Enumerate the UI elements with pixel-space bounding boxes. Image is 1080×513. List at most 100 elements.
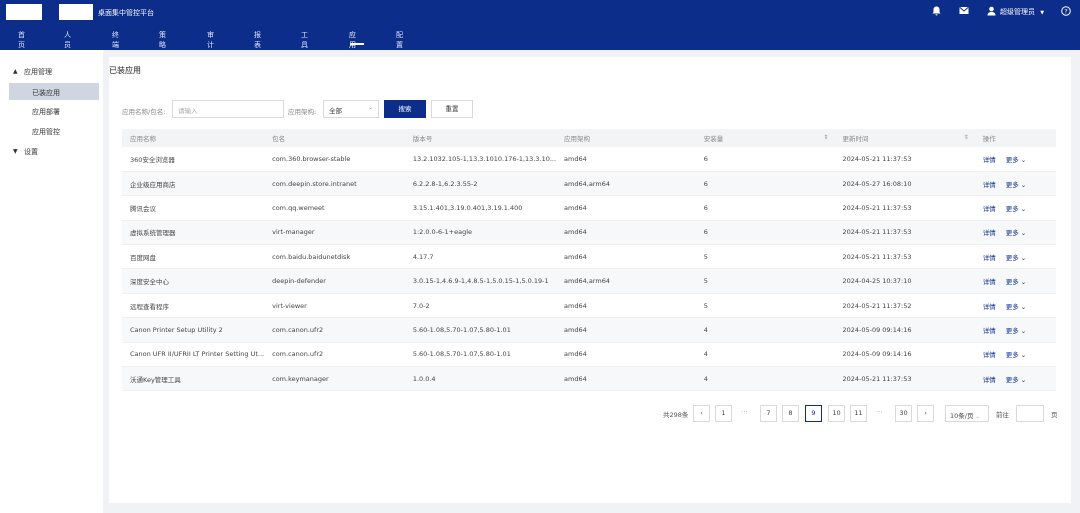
detail-link[interactable]: 详情 xyxy=(983,376,996,384)
col-update-time[interactable]: 更新时间 ⇕ xyxy=(834,129,975,147)
cell-update-time: 2024-05-09 09:14:16 xyxy=(834,317,975,343)
cell-package: com.360.browser-stable xyxy=(264,147,405,172)
nav-report[interactable]: 报表 xyxy=(254,30,261,50)
sort-icon[interactable]: ⇕ xyxy=(964,134,969,141)
more-label: 更多 xyxy=(1005,229,1019,238)
arch-select[interactable]: 全部 ⌄ xyxy=(323,100,379,118)
detail-link[interactable]: 详情 xyxy=(983,351,996,359)
col-install-count[interactable]: 安装量 ⇕ xyxy=(695,129,835,147)
mail-icon[interactable] xyxy=(959,6,969,16)
cell-arch: amd64 xyxy=(556,366,696,392)
cell-arch: amd64 xyxy=(556,244,696,270)
cell-app-name: 企业级应用商店 xyxy=(122,171,265,197)
more-dropdown[interactable]: 更多 ⌄ xyxy=(1006,351,1026,359)
cell-app-name: 腾讯会议 xyxy=(122,195,265,221)
more-dropdown[interactable]: 更多 ⌄ xyxy=(1006,278,1026,286)
more-dropdown[interactable]: 更多 ⌄ xyxy=(1006,156,1026,164)
nav-tools[interactable]: 工具 xyxy=(301,30,308,50)
goto-label: 前往 xyxy=(996,411,1009,419)
sidebar-item-installed-apps[interactable]: 已装应用 xyxy=(32,88,60,98)
user-menu[interactable]: 超级管理员 ▼ xyxy=(1000,7,1044,17)
detail-link[interactable]: 详情 xyxy=(983,229,996,237)
detail-link[interactable]: 详情 xyxy=(983,278,996,286)
more-label: 更多 xyxy=(1005,253,1019,262)
main-content: 已装应用 应用名称/包名: 请输入 应用架构: 全部 ⌄ 搜索 重置 应用名称 … xyxy=(109,57,1071,503)
nav-people[interactable]: 人员 xyxy=(64,30,71,50)
sidebar-item-app-control[interactable]: 应用管控 xyxy=(32,127,60,137)
col-package: 包名 xyxy=(264,129,405,147)
cell-version: 13.2.1032.105-1,13.3.1010.176-1,13.3.10.… xyxy=(404,147,557,172)
next-page-button[interactable]: › xyxy=(917,405,934,422)
brand-logo xyxy=(59,4,93,20)
cell-package: virt-manager xyxy=(264,220,405,246)
more-dropdown[interactable]: 更多 ⌄ xyxy=(1006,376,1026,384)
nav-config[interactable]: 配置 xyxy=(396,30,403,50)
detail-link[interactable]: 详情 xyxy=(983,303,996,311)
col-arch: 应用架构 xyxy=(556,129,696,147)
help-icon[interactable]: ? xyxy=(1061,6,1071,16)
more-label: 更多 xyxy=(1005,351,1019,360)
reset-button[interactable]: 重置 xyxy=(431,100,473,118)
nav-audit[interactable]: 审计 xyxy=(207,30,214,50)
cell-install-count: 5 xyxy=(695,293,835,319)
sidebar-group-app-management[interactable]: 应用管理 xyxy=(24,67,52,77)
page-button[interactable]: 11 xyxy=(850,405,867,422)
more-dropdown[interactable]: 更多 ⌄ xyxy=(1006,229,1026,237)
filter-arch-label: 应用架构: xyxy=(288,108,317,116)
sidebar-group-settings[interactable]: 设置 xyxy=(24,147,38,157)
more-dropdown[interactable]: 更多 ⌄ xyxy=(1006,327,1026,335)
detail-link[interactable]: 详情 xyxy=(983,205,996,213)
page-button[interactable]: 1 xyxy=(715,405,732,422)
page-button[interactable]: 10 xyxy=(828,405,845,422)
sidebar-item-app-deploy[interactable]: 应用部署 xyxy=(32,107,60,117)
more-dropdown[interactable]: 更多 ⌄ xyxy=(1006,181,1026,189)
cell-update-time: 2024-05-21 11:37:53 xyxy=(834,195,975,221)
detail-link[interactable]: 详情 xyxy=(983,156,996,164)
user-icon[interactable] xyxy=(986,6,996,16)
nav-policy[interactable]: 策略 xyxy=(159,30,166,50)
page-button-current[interactable]: 9 xyxy=(805,405,822,422)
cell-actions: 详情 更多 ⌄ xyxy=(974,342,1056,368)
nav-active-indicator xyxy=(350,43,364,45)
search-button[interactable]: 搜索 xyxy=(384,100,426,118)
detail-link[interactable]: 详情 xyxy=(983,181,996,189)
chevron-down-icon: ⌄ xyxy=(1020,180,1027,189)
more-dropdown[interactable]: 更多 ⌄ xyxy=(1006,254,1026,262)
prev-page-button[interactable]: ‹ xyxy=(693,405,710,422)
pagination-ellipsis[interactable]: ··· xyxy=(876,408,883,416)
pagination-ellipsis[interactable]: ··· xyxy=(741,408,748,416)
cell-install-count: 4 xyxy=(695,317,835,343)
nav-home[interactable]: 首页 xyxy=(18,30,25,50)
cell-update-time: 2024-05-09 09:14:16 xyxy=(834,342,975,368)
bell-icon[interactable] xyxy=(931,6,941,16)
more-dropdown[interactable]: 更多 ⌄ xyxy=(1006,205,1026,213)
page-button[interactable]: 30 xyxy=(895,405,912,422)
page-button[interactable]: 8 xyxy=(782,405,799,422)
cell-version: 3.15.1.401,3.19.0.401,3.19.1.400 xyxy=(404,195,557,221)
page-button[interactable]: 7 xyxy=(760,405,777,422)
cell-actions: 详情 更多 ⌄ xyxy=(974,366,1056,392)
detail-link[interactable]: 详情 xyxy=(983,327,996,335)
cell-actions: 详情 更多 ⌄ xyxy=(974,171,1056,197)
col-actions: 操作 xyxy=(974,129,1056,147)
pagination-total: 共298条 xyxy=(663,411,689,419)
page-size-select[interactable]: 10条/页 ⌄ xyxy=(945,405,989,422)
cell-update-time: 2024-05-27 16:08:10 xyxy=(834,171,975,197)
search-input[interactable]: 请输入 xyxy=(172,100,284,118)
cell-version: 4.17.7 xyxy=(404,244,557,270)
sort-icon[interactable]: ⇕ xyxy=(823,134,828,141)
cell-update-time: 2024-05-21 11:37:53 xyxy=(834,244,975,270)
cell-version: 6.2.2.8-1,6.2.3.55-2 xyxy=(404,171,557,197)
table-row: 企业级应用商店 com.deepin.store.intranet 6.2.2.8-… xyxy=(122,171,1056,197)
more-label: 更多 xyxy=(1005,155,1019,164)
chevron-down-icon: ⌄ xyxy=(975,414,980,420)
table-row: Canon UFR II/UFRII LT Printer Setting Ut… xyxy=(122,342,1056,368)
more-dropdown[interactable]: 更多 ⌄ xyxy=(1006,303,1026,311)
nav-terminal[interactable]: 终端 xyxy=(112,30,119,50)
detail-link[interactable]: 详情 xyxy=(983,254,996,262)
nav-apps[interactable]: 应用 xyxy=(349,30,356,50)
chevron-down-icon: ⌄ xyxy=(1020,351,1027,360)
caret-up-icon: ▲ xyxy=(13,68,18,75)
goto-page-input[interactable] xyxy=(1016,405,1044,422)
pagination: 共298条 ‹ 1 ··· 7 8 9 10 11 ··· 30 › 10条/页… xyxy=(109,405,1071,423)
